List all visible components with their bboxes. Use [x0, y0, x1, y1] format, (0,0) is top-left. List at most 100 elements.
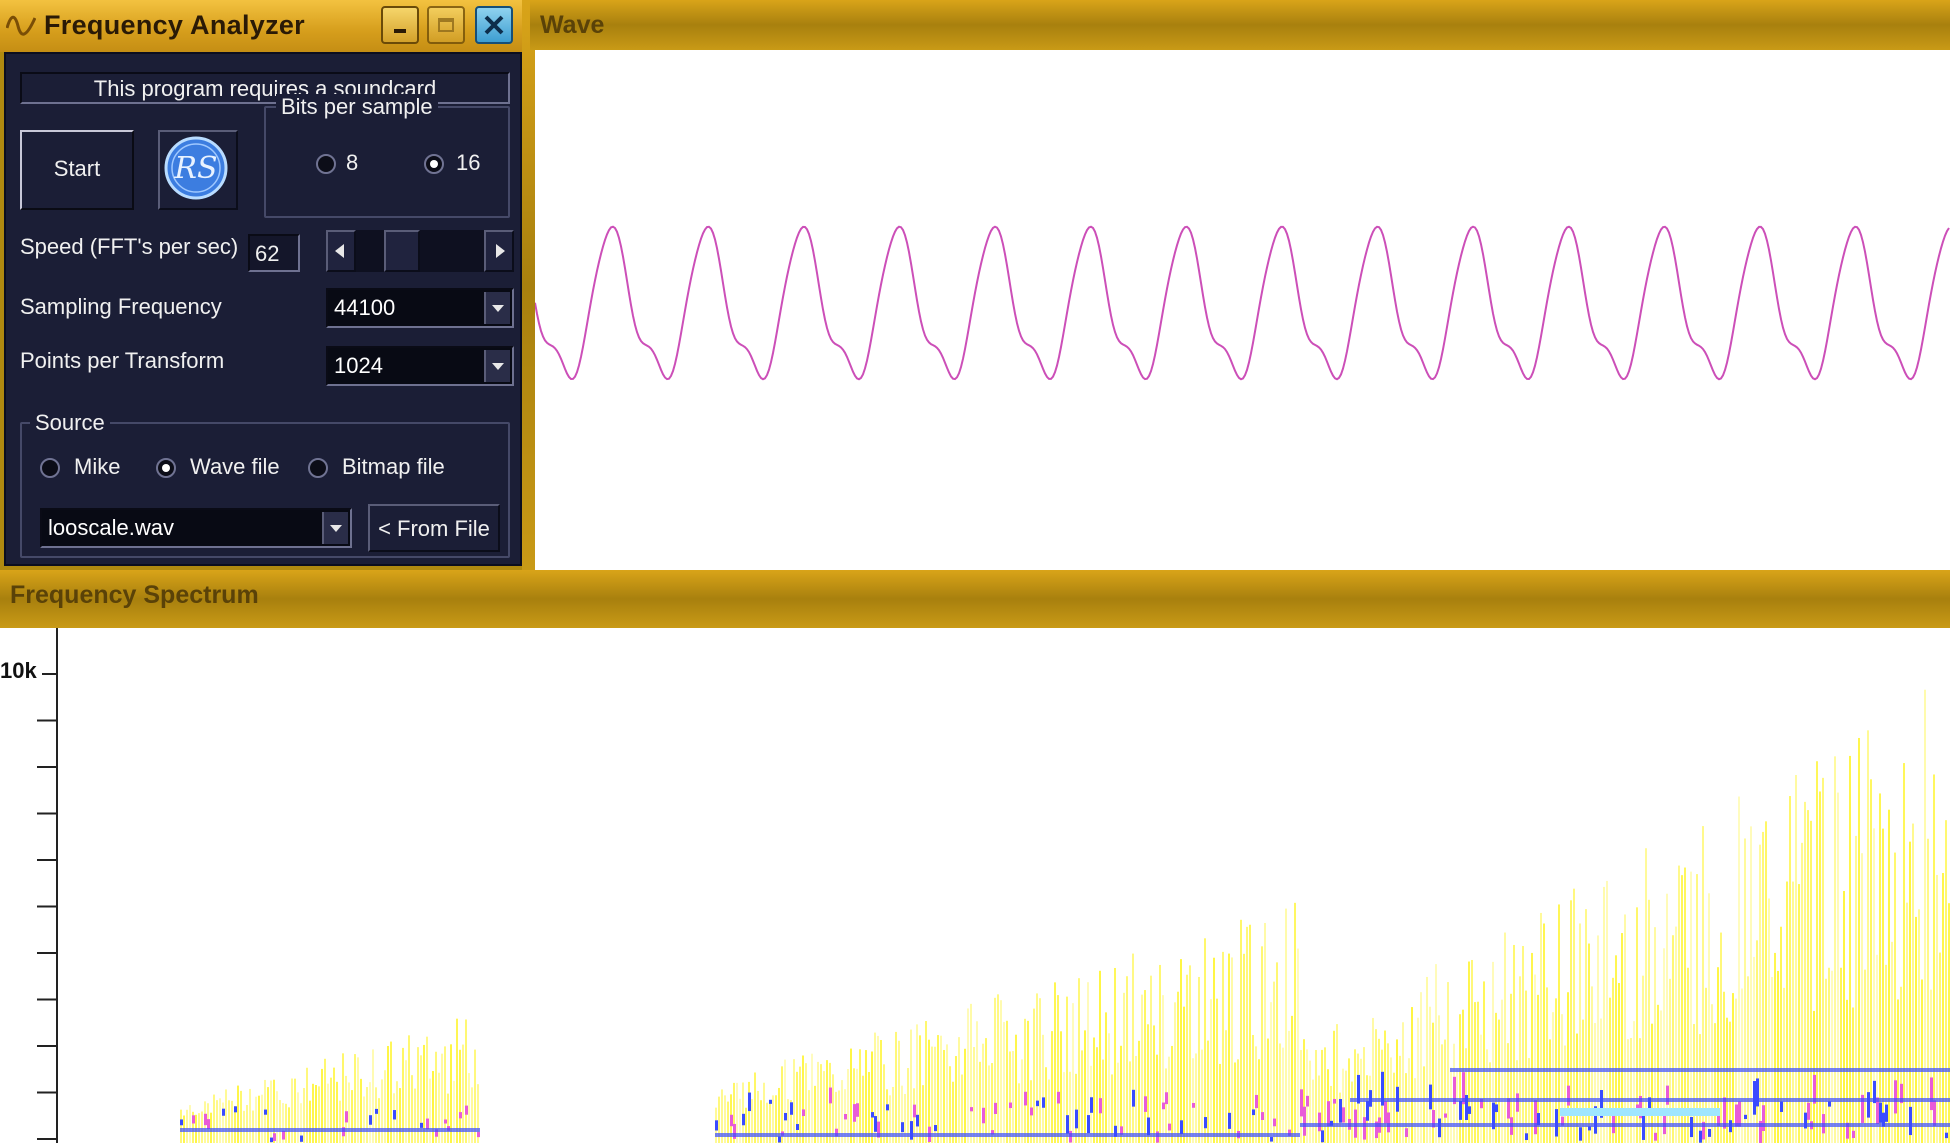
spectrogram-band [1567, 992, 1569, 1143]
spectrogram-band [1738, 1101, 1741, 1127]
spectrogram-band [315, 1085, 317, 1143]
speed-slider[interactable] [326, 230, 514, 272]
spectrogram-band [255, 1096, 257, 1143]
spectrogram-band [1297, 948, 1299, 1143]
analyzer-title-bar[interactable]: Frequency Analyzer [0, 0, 530, 52]
spectrogram-band [411, 1075, 413, 1143]
spectrogram-band [1330, 1085, 1332, 1143]
spectrogram-band [1579, 1127, 1582, 1141]
chevron-down-icon[interactable] [484, 350, 510, 382]
close-button[interactable] [475, 6, 513, 44]
spectrogram-band [1051, 1031, 1053, 1143]
spectrogram-band [297, 1092, 299, 1143]
spectrogram-band [1786, 881, 1788, 1143]
spectrogram-band [288, 1107, 290, 1143]
spectrogram-band [1024, 1018, 1026, 1143]
sampling-frequency-label: Sampling Frequency [20, 294, 222, 319]
maximize-icon [438, 18, 454, 32]
spectrogram-band [1519, 976, 1521, 1143]
spectrogram-band [793, 1059, 795, 1143]
spectrogram-band [267, 1087, 269, 1143]
speed-value-field[interactable]: 62 [248, 234, 300, 272]
spectrogram-band [1753, 1081, 1756, 1115]
spectrogram-band [1072, 1003, 1074, 1143]
from-file-button[interactable]: < From File [368, 504, 500, 552]
spectrogram-band [1585, 909, 1587, 1143]
spectrogram-band [348, 1082, 350, 1143]
start-button[interactable]: Start [20, 130, 134, 210]
spectrogram-band [742, 1113, 745, 1126]
wave-title-bar[interactable]: Wave [530, 0, 1950, 50]
spectrogram-band [1054, 982, 1056, 1143]
source-bitmap-file-radio[interactable] [308, 458, 328, 478]
spectrogram-band [874, 1116, 877, 1132]
speed-slider-thumb[interactable] [383, 230, 420, 272]
spectrogram-band [1102, 1059, 1104, 1143]
spectrogram-band [1741, 988, 1743, 1143]
spectrogram-band [1696, 874, 1698, 1143]
spectrum-title-bar[interactable]: Frequency Spectrum [0, 570, 1950, 628]
source-file-select[interactable]: looscale.wav [40, 508, 352, 548]
spectrogram-band [1690, 871, 1692, 1143]
spectrogram-band [1015, 1034, 1017, 1143]
spectrogram-band [222, 1102, 224, 1143]
source-wave-file-radio[interactable] [156, 458, 176, 478]
spectrogram-band [1030, 1107, 1033, 1116]
spectrogram-band [1945, 1132, 1948, 1139]
bits-8-radio[interactable] [316, 154, 336, 174]
spectrogram-band [351, 1090, 353, 1143]
spectrogram-band [1504, 932, 1506, 1143]
spectrogram-band [393, 1110, 396, 1120]
spectrogram-band [883, 1064, 885, 1143]
spectrogram-band [1708, 1128, 1711, 1137]
spectrogram-band [1828, 1101, 1831, 1107]
spectrogram-band [802, 1109, 805, 1117]
spectrogram-band [994, 1102, 997, 1114]
spectrogram-band [1540, 912, 1542, 1143]
minimize-button[interactable] [381, 6, 419, 44]
spectrogram-band [1012, 1050, 1014, 1143]
sampling-frequency-select[interactable]: 44100 [326, 288, 514, 328]
speed-decrease-button[interactable] [326, 230, 356, 272]
spectrogram-band [826, 1060, 828, 1143]
spectrogram-band [327, 1083, 329, 1143]
spectrogram-band [1639, 1038, 1641, 1143]
spectrogram-band [444, 1119, 447, 1124]
spectrogram-band [1474, 1002, 1476, 1143]
spectrogram-band [375, 1108, 378, 1114]
bits-16-radio[interactable] [424, 154, 444, 174]
spectrogram-band [907, 1068, 909, 1143]
points-per-transform-select[interactable]: 1024 [326, 346, 514, 386]
maximize-button[interactable] [427, 6, 465, 44]
spectrogram-band [1810, 820, 1812, 1143]
spectrogram-band [1738, 796, 1740, 1143]
chevron-down-icon[interactable] [322, 512, 348, 544]
spectrogram-band [1111, 1074, 1113, 1143]
spectrogram-band [1816, 761, 1818, 1143]
spectrogram-band [1177, 991, 1179, 1143]
spectrogram-band [447, 1093, 449, 1143]
spectrogram-band [345, 1075, 347, 1143]
spectrogram-band [1057, 1091, 1060, 1104]
spectrogram-band [1324, 1047, 1326, 1143]
spectrogram-band [1150, 975, 1152, 1143]
spectrogram-band [243, 1110, 245, 1143]
spectrogram-band [1933, 1100, 1936, 1126]
spectrogram-band [207, 1119, 210, 1129]
spectrogram-band [1891, 941, 1893, 1143]
spectrogram-band [336, 1081, 338, 1143]
spectrogram-band [865, 1050, 867, 1143]
spectrogram-band [1201, 1049, 1203, 1143]
spectrogram-band [453, 1080, 455, 1143]
spectrogram-band [1756, 940, 1758, 1143]
axis-label-10k: 10k [0, 658, 37, 683]
spectrogram-harmonic [1350, 1098, 1950, 1102]
spectrogram-band [853, 1104, 856, 1122]
chevron-down-icon[interactable] [484, 292, 510, 324]
spectrogram-band [1240, 919, 1242, 1143]
spectrogram-band [1126, 976, 1128, 1143]
speed-increase-button[interactable] [484, 230, 514, 272]
spectrogram-band [1435, 964, 1437, 1143]
spectrogram-band [1027, 1020, 1029, 1143]
source-mike-radio[interactable] [40, 458, 60, 478]
